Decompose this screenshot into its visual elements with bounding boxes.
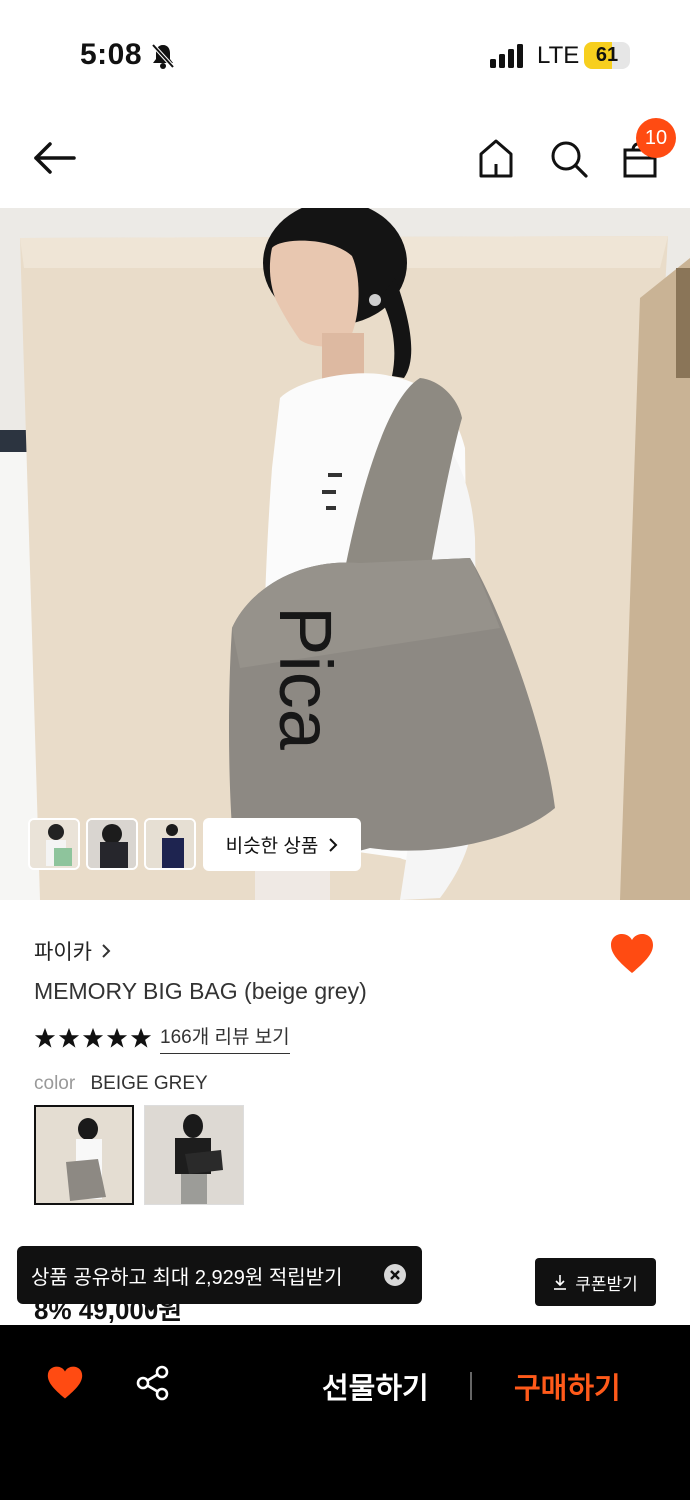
tooltip-arrow: [142, 1302, 160, 1312]
share-reward-text: 상품 공유하고 최대 2,929원 적립받기: [31, 1266, 343, 1289]
color-value: BEIGE GREY: [90, 1073, 208, 1094]
divider: [470, 1372, 472, 1400]
product-photo-illustration: Pica: [0, 208, 690, 900]
color-label: color: [34, 1073, 76, 1094]
download-icon: [554, 1275, 567, 1290]
gallery-thumbnail-1[interactable]: [28, 818, 80, 870]
status-time: 5:08: [80, 38, 143, 71]
product-main-image[interactable]: Pica: [0, 208, 690, 900]
battery-indicator: 61: [584, 42, 630, 69]
heart-icon[interactable]: [609, 932, 655, 976]
color-option-beige-grey[interactable]: [34, 1105, 134, 1205]
coupon-download-button[interactable]: 쿠폰받기: [535, 1258, 656, 1306]
share-icon[interactable]: [135, 1365, 171, 1401]
product-title: MEMORY BIG BAG (beige grey): [34, 978, 367, 1004]
coupon-label: 쿠폰받기: [575, 1274, 638, 1294]
brand-name: 파이카: [34, 941, 92, 964]
bottom-action-bar: 선물하기 구매하기: [0, 1325, 690, 1500]
back-arrow-icon[interactable]: [30, 138, 78, 178]
status-bar: 5:08 LTE 61: [0, 0, 690, 110]
star-icon: [106, 1027, 128, 1048]
search-icon[interactable]: [548, 136, 590, 180]
buy-button[interactable]: 구매하기: [514, 1365, 621, 1407]
signal-icon: [490, 44, 523, 68]
close-icon[interactable]: [383, 1263, 407, 1287]
cart-count-badge: 10: [636, 118, 676, 158]
similar-products-label: 비슷한 상품: [225, 836, 319, 857]
chevron-right-icon: [102, 944, 111, 958]
gallery-thumbnail-2[interactable]: [86, 818, 138, 870]
brand-link[interactable]: 파이카: [34, 936, 112, 966]
color-row: color BEIGE GREY: [34, 1073, 208, 1095]
network-label: LTE: [537, 42, 580, 69]
color-option-2[interactable]: [144, 1105, 244, 1205]
share-reward-tooltip[interactable]: 상품 공유하고 최대 2,929원 적립받기: [17, 1246, 422, 1304]
similar-products-button[interactable]: 비슷한 상품: [203, 818, 361, 871]
rating-row: 166개 리뷰 보기: [34, 1022, 290, 1054]
nav-bar: 10: [0, 110, 690, 208]
bell-off-icon: [151, 43, 175, 69]
gallery-thumbnail-3[interactable]: [144, 818, 196, 870]
heart-icon[interactable]: [46, 1365, 84, 1401]
home-icon[interactable]: [476, 136, 516, 180]
rating-stars: [34, 1027, 152, 1049]
bag-logo-text: Pica: [264, 606, 347, 751]
star-icon: [34, 1027, 56, 1048]
chevron-right-icon: [329, 837, 338, 852]
battery-label: 61: [595, 44, 619, 66]
gift-button[interactable]: 선물하기: [322, 1365, 429, 1407]
star-icon: [130, 1027, 152, 1048]
star-icon: [82, 1027, 104, 1048]
review-link[interactable]: 166개 리뷰 보기: [160, 1022, 290, 1054]
star-icon: [58, 1027, 80, 1048]
